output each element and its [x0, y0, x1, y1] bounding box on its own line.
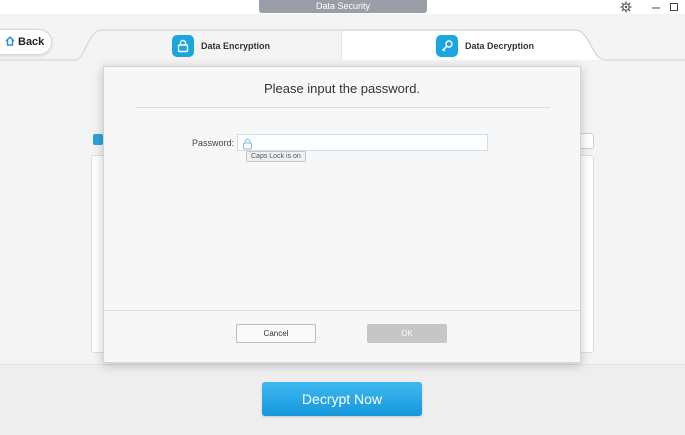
gear-icon[interactable]: [618, 1, 634, 13]
dialog-title: Please input the password.: [263, 81, 421, 96]
tab-strip: [0, 29, 685, 61]
tab-data-encryption[interactable]: Data Encryption: [172, 30, 270, 62]
tab-label: Data Decryption: [465, 41, 535, 51]
password-field[interactable]: [237, 134, 488, 151]
caps-lock-tooltip: Caps Lock is on: [246, 151, 306, 162]
dialog-divider: [136, 107, 550, 108]
maximize-icon[interactable]: [666, 1, 682, 13]
lock-icon: [242, 137, 253, 150]
tab-data-decryption[interactable]: Data Decryption: [436, 30, 534, 62]
lock-icon: [172, 35, 194, 57]
back-label: Back: [18, 36, 45, 48]
home-icon: [5, 35, 15, 49]
back-button[interactable]: Back: [0, 29, 52, 55]
cancel-button[interactable]: Cancel: [236, 324, 316, 343]
dialog-footer-divider: [104, 310, 580, 311]
window-title: Data Security: [259, 0, 427, 13]
password-label: Password:: [192, 138, 235, 148]
minimize-icon[interactable]: [648, 1, 664, 13]
file-icon: [93, 134, 103, 145]
key-icon: [436, 35, 458, 57]
tab-label: Data Encryption: [201, 41, 271, 51]
decrypt-now-button[interactable]: Decrypt Now: [262, 382, 422, 416]
ok-button[interactable]: OK: [367, 324, 447, 343]
password-dialog: Please input the password. Password: Cap…: [103, 66, 581, 363]
